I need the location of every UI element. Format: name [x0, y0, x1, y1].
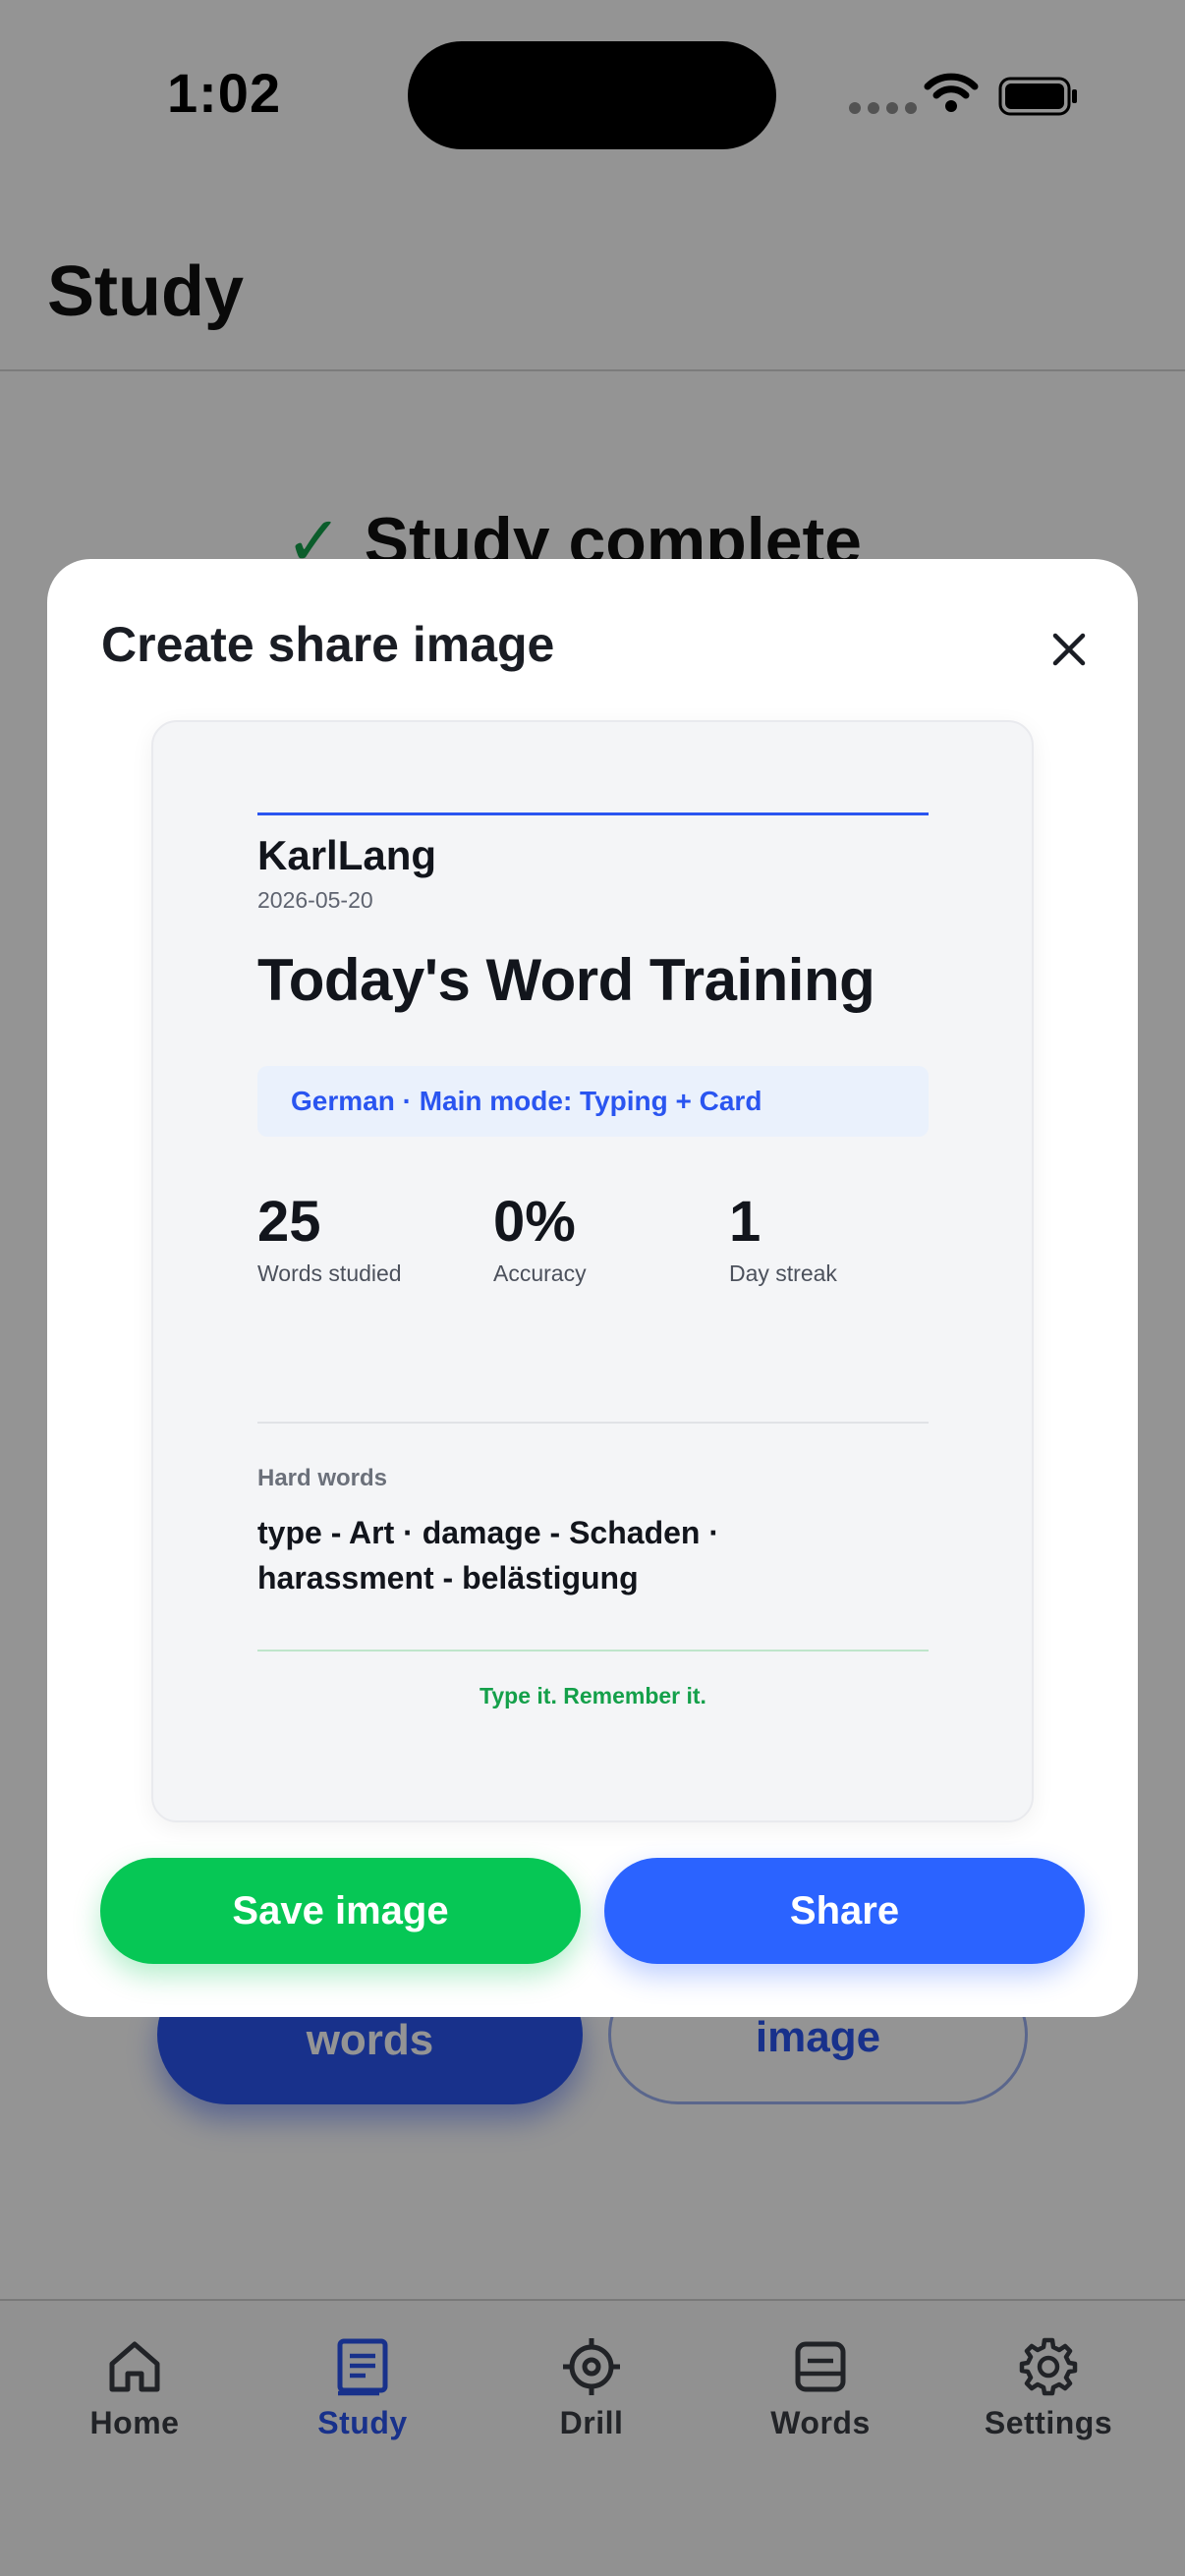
stat-day-streak: 1 Day streak — [729, 1194, 837, 1287]
stat-label: Words studied — [257, 1260, 402, 1286]
card-divider-green — [257, 1650, 929, 1652]
close-icon — [1052, 633, 1086, 666]
card-tagline: Type it. Remember it. — [480, 1683, 706, 1708]
close-button[interactable] — [1030, 610, 1108, 689]
share-label: Share — [789, 1888, 900, 1932]
stat-value: 1 — [729, 1190, 762, 1254]
card-divider — [257, 1422, 929, 1424]
stat-value: 25 — [257, 1190, 321, 1254]
stat-words-studied: 25 Words studied — [257, 1194, 402, 1287]
card-mode-text: German · Main mode: Typing + Card — [291, 1086, 762, 1116]
share-card-preview: KarlLang 2026-05-20 Today's Word Trainin… — [151, 720, 1034, 1822]
hard-words-list: type - Art · damage - Schaden · harassme… — [257, 1515, 719, 1596]
stat-value: 0% — [493, 1190, 576, 1254]
card-date: 2026-05-20 — [257, 887, 373, 913]
card-accent-line — [257, 812, 929, 815]
modal-title: Create share image — [101, 617, 555, 672]
share-image-modal: Create share image KarlLang 2026-05-20 T… — [47, 559, 1138, 2017]
hard-words-label: Hard words — [257, 1465, 388, 1491]
stat-label: Accuracy — [493, 1260, 587, 1286]
card-headline: Today's Word Training — [257, 947, 875, 1013]
save-image-label: Save image — [232, 1888, 449, 1932]
stat-label: Day streak — [729, 1260, 837, 1286]
share-button[interactable]: Share — [604, 1858, 1085, 1964]
stat-accuracy: 0% Accuracy — [493, 1194, 587, 1287]
card-mode-banner: German · Main mode: Typing + Card — [257, 1066, 929, 1137]
card-username: KarlLang — [257, 832, 437, 878]
save-image-button[interactable]: Save image — [100, 1858, 581, 1964]
